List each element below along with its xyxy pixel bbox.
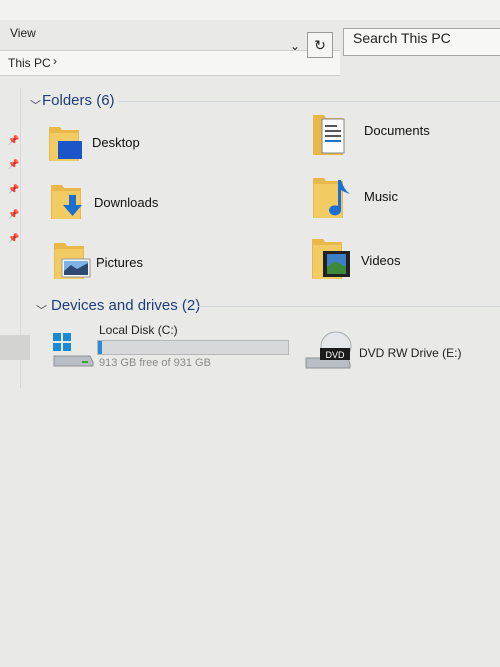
disk-usage-bar [97, 340, 289, 355]
folder-label[interactable]: Music [364, 189, 398, 204]
disk-usage-fill [98, 341, 102, 354]
music-folder-icon [313, 178, 350, 218]
group-divider [197, 306, 500, 307]
pictures-folder-icon [54, 243, 91, 279]
dvd-badge: DVD [325, 350, 345, 360]
folder-label[interactable]: Downloads [94, 195, 158, 210]
folder-item-desktop[interactable] [48, 125, 82, 168]
pin-icon[interactable]: 📌 [8, 159, 19, 170]
folder-item-music[interactable] [312, 176, 352, 225]
refresh-icon: ↻ [314, 37, 326, 53]
search-placeholder: Search This PC [353, 30, 451, 46]
folder-label[interactable]: Desktop [92, 135, 140, 150]
videos-folder-icon [312, 239, 350, 279]
folder-label[interactable]: Videos [361, 253, 401, 268]
pin-icon[interactable]: 📌 [8, 184, 19, 195]
title-strip [0, 0, 500, 20]
collapse-chevron-icon[interactable]: ﹀ [36, 302, 47, 318]
pin-icon[interactable]: 📌 [8, 233, 19, 244]
group-divider [118, 101, 500, 102]
devices-group-title[interactable]: Devices and drives (2) [51, 297, 200, 314]
drive-name[interactable]: DVD RW Drive (E:) [359, 346, 461, 360]
drive-item-local-disk[interactable] [52, 332, 94, 373]
folder-label[interactable]: Documents [364, 123, 430, 138]
view-tab[interactable]: View [10, 26, 36, 40]
downloads-folder-icon [51, 185, 82, 219]
chevron-down-icon: ⌄ [289, 39, 301, 53]
breadcrumb-chevron-icon[interactable]: › [53, 54, 57, 68]
folder-item-videos[interactable] [311, 237, 351, 286]
folders-group-title[interactable]: Folders (6) [42, 92, 115, 109]
drive-free-space: 913 GB free of 931 GB [99, 357, 211, 369]
folders-count: (6) [96, 92, 115, 109]
refresh-button[interactable]: ↻ [307, 32, 333, 58]
breadcrumb-this-pc[interactable]: This PC [8, 56, 51, 70]
documents-folder-icon [313, 115, 345, 155]
folder-item-pictures[interactable] [53, 241, 91, 286]
collapse-chevron-icon[interactable]: ﹀ [30, 97, 41, 113]
pin-icon[interactable]: 📌 [8, 135, 19, 146]
dvd-drive-icon: DVD [305, 331, 352, 369]
folder-item-downloads[interactable] [50, 183, 84, 226]
pin-icon[interactable]: 📌 [8, 209, 19, 220]
folder-label[interactable]: Pictures [96, 255, 143, 270]
drive-item-dvd[interactable]: DVD [304, 330, 352, 377]
desktop-folder-icon [49, 127, 82, 161]
nav-pane-selected-item[interactable] [0, 335, 30, 360]
folder-item-documents[interactable] [312, 113, 346, 162]
windows-disk-icon [53, 333, 94, 367]
address-dropdown-button[interactable]: ⌄ [284, 36, 306, 56]
drive-name[interactable]: Local Disk (C:) [99, 323, 178, 337]
